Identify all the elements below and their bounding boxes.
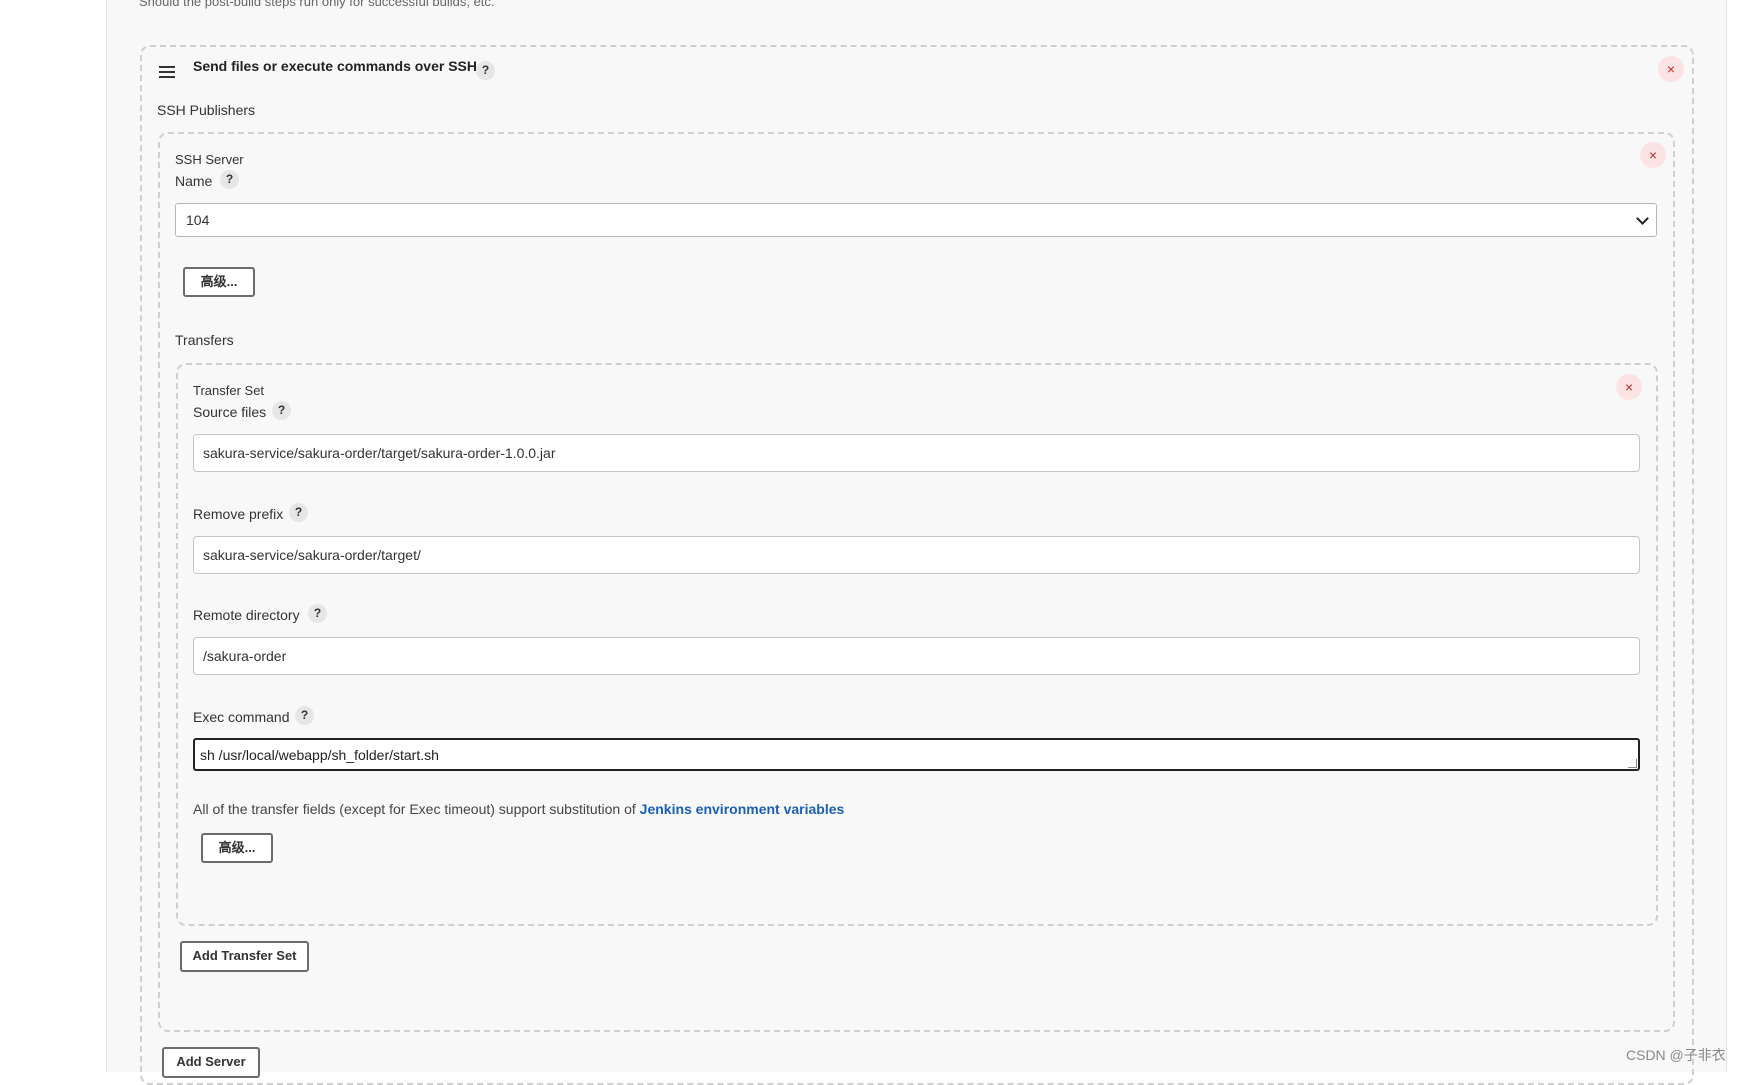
env-vars-note-text: All of the transfer fields (except for E…	[193, 801, 640, 817]
server-name-value: 104	[186, 212, 210, 228]
exec-command-value: sh /usr/local/webapp/sh_folder/start.sh	[200, 747, 439, 763]
exec-command-textarea[interactable]: sh /usr/local/webapp/sh_folder/start.sh	[193, 738, 1640, 771]
exec-command-label: Exec command	[193, 709, 290, 725]
remote-directory-label: Remote directory	[193, 607, 300, 623]
server-close-icon[interactable]: ×	[1640, 142, 1666, 168]
resize-handle-icon[interactable]	[1628, 759, 1637, 768]
chevron-down-icon	[1636, 212, 1649, 225]
env-vars-note: All of the transfer fields (except for E…	[193, 801, 844, 817]
server-name-help-icon[interactable]: ?	[220, 170, 239, 189]
ssh-publishers-label: SSH Publishers	[157, 102, 256, 118]
add-transfer-set-button[interactable]: Add Transfer Set	[180, 941, 309, 972]
server-name-label: Name	[175, 173, 213, 189]
remove-prefix-help-icon[interactable]: ?	[289, 503, 308, 522]
source-files-label: Source files	[193, 404, 267, 420]
jenkins-env-vars-link[interactable]: Jenkins environment variables	[640, 801, 845, 817]
add-server-button[interactable]: Add Server	[162, 1047, 260, 1078]
server-advanced-button[interactable]: 高级...	[183, 267, 255, 297]
remote-directory-help-icon[interactable]: ?	[308, 604, 327, 623]
step-help-icon[interactable]: ?	[476, 61, 495, 80]
remove-prefix-label: Remove prefix	[193, 506, 284, 522]
transfer-close-icon[interactable]: ×	[1616, 374, 1642, 400]
post-build-hint: Should the post-build steps run only for…	[139, 0, 495, 9]
transfers-label: Transfers	[175, 332, 234, 348]
step-close-icon[interactable]: ×	[1658, 56, 1684, 82]
remote-directory-input[interactable]: /sakura-order	[193, 637, 1640, 675]
step-title: Send files or execute commands over SSH	[193, 58, 477, 74]
transfer-advanced-button[interactable]: 高级...	[201, 833, 273, 863]
drag-handle-icon[interactable]	[159, 66, 175, 79]
exec-command-help-icon[interactable]: ?	[295, 706, 314, 725]
source-files-help-icon[interactable]: ?	[272, 401, 291, 420]
source-files-input[interactable]: sakura-service/sakura-order/target/sakur…	[193, 434, 1640, 472]
server-name-select[interactable]: 104	[175, 203, 1657, 237]
ssh-server-heading: SSH Server	[175, 152, 244, 167]
remove-prefix-input[interactable]: sakura-service/sakura-order/target/	[193, 536, 1640, 574]
transfer-set-heading: Transfer Set	[193, 383, 265, 398]
watermark: CSDN @子非衣	[1626, 1047, 1726, 1063]
